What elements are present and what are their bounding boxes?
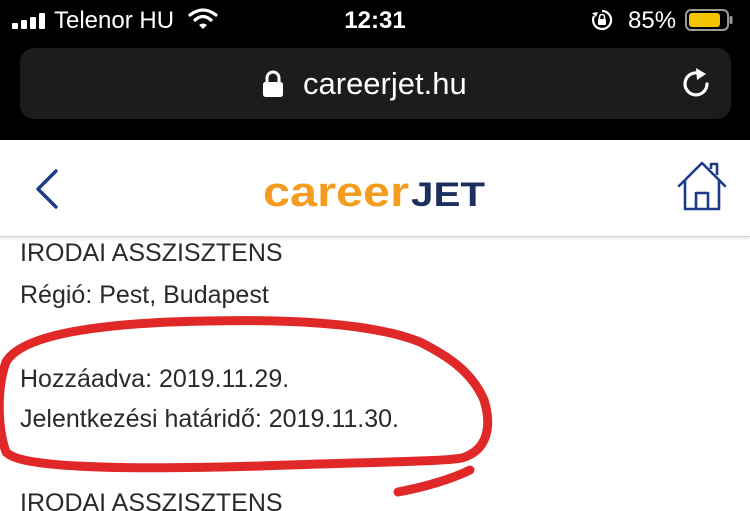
job-title[interactable]: IRODAI ASSZISZTENS bbox=[20, 239, 283, 268]
logo-text-jet: JET bbox=[411, 176, 485, 214]
rotation-lock-icon bbox=[591, 9, 613, 31]
status-bar: Telenor HU 12:31 85% bbox=[0, 0, 750, 40]
address-bar[interactable]: careerjet.hu bbox=[20, 48, 731, 119]
app-header: career JET bbox=[0, 140, 750, 237]
home-icon[interactable] bbox=[676, 160, 728, 212]
browser-toolbar: careerjet.hu bbox=[0, 40, 750, 140]
lock-icon bbox=[263, 70, 283, 97]
url-text: careerjet.hu bbox=[303, 66, 467, 101]
battery-icon bbox=[685, 9, 733, 31]
logo-text-career: career bbox=[263, 170, 409, 215]
reload-icon[interactable] bbox=[680, 67, 714, 101]
careerjet-logo[interactable]: career JET bbox=[263, 170, 488, 216]
battery-percent: 85% bbox=[628, 7, 677, 34]
job-region: Régió: Pest, Budapest bbox=[20, 281, 269, 309]
job-list: IRODAI ASSZISZTENS Régió: Pest, Budapest… bbox=[0, 237, 750, 511]
job-deadline: Jelentkezési határidő: 2019.11.30. bbox=[20, 405, 399, 433]
job-added-date: Hozzáadva: 2019.11.29. bbox=[20, 365, 290, 393]
chevron-left-icon[interactable] bbox=[32, 168, 62, 210]
job-title[interactable]: IRODAI ASSZISZTENS bbox=[20, 489, 283, 511]
